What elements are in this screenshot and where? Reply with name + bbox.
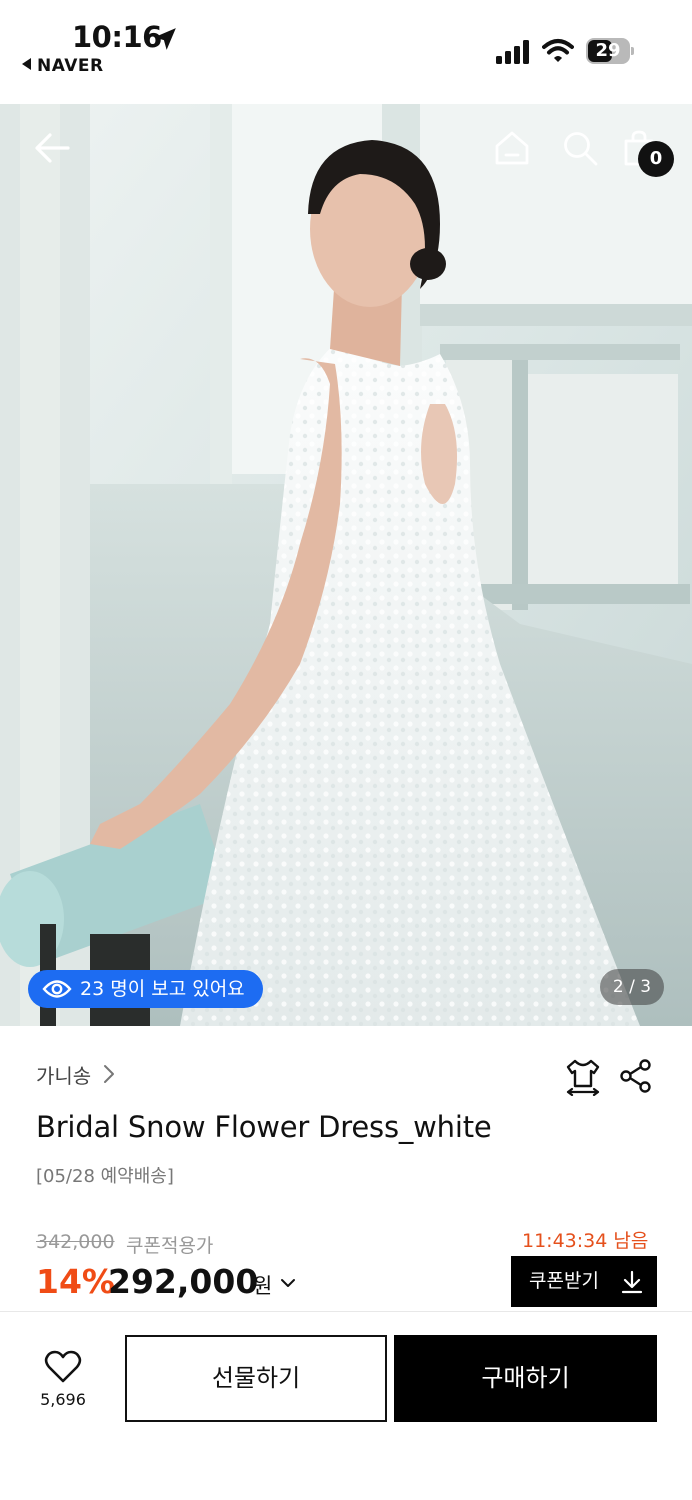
bottom-bar-divider (0, 1311, 692, 1312)
back-app-label: NAVER (37, 56, 104, 76)
countdown-timer: 11:43:34 남음 (522, 1230, 649, 1252)
discount-rate: 14% (36, 1262, 115, 1301)
image-pager: 2 / 3 (600, 969, 664, 1005)
size-fit-icon[interactable] (564, 1058, 602, 1096)
get-coupon-button[interactable]: 쿠폰받기 (511, 1256, 657, 1307)
product-title: Bridal Snow Flower Dress_white (36, 1110, 492, 1144)
chevron-right-icon (104, 1065, 114, 1083)
currency-unit: 원 (253, 1274, 273, 1298)
home-icon[interactable] (494, 130, 530, 166)
back-to-app-link[interactable]: NAVER (22, 56, 104, 76)
like-count: 5,696 (40, 1390, 86, 1409)
delivery-info: [05/28 예약배송] (36, 1166, 174, 1187)
product-photo (0, 104, 692, 1026)
search-icon[interactable] (562, 130, 598, 166)
gift-button[interactable]: 선물하기 (125, 1335, 387, 1422)
cart-count-badge: 0 (638, 141, 674, 177)
viewers-badge: 23 명이 보고 있어요 (28, 970, 263, 1008)
sale-price: 292,000 (108, 1262, 259, 1301)
battery-icon: 29 (586, 38, 634, 64)
viewers-text: 23 명이 보고 있어요 (80, 978, 245, 1000)
brand-link[interactable]: 가니송 (36, 1060, 91, 1089)
wifi-icon (542, 39, 574, 62)
eye-icon (42, 980, 72, 998)
status-time: 10:16 (72, 20, 162, 54)
chevron-down-icon[interactable] (280, 1276, 296, 1290)
battery-level: 29 (595, 40, 621, 61)
get-coupon-label: 쿠폰받기 (529, 1270, 599, 1292)
buy-button[interactable]: 구매하기 (394, 1335, 657, 1422)
location-arrow-icon (154, 28, 176, 50)
back-arrow-icon[interactable] (34, 132, 70, 164)
share-icon[interactable] (618, 1058, 654, 1094)
product-image-carousel[interactable] (0, 104, 692, 1026)
heart-icon[interactable] (44, 1350, 82, 1384)
status-bar: 10:16 NAVER 29 (0, 0, 692, 104)
signal-icon (496, 40, 529, 64)
original-price: 342,000 (36, 1231, 115, 1253)
download-icon (621, 1270, 643, 1294)
back-triangle-icon (22, 58, 31, 70)
coupon-price-label: 쿠폰적용가 (126, 1235, 214, 1257)
